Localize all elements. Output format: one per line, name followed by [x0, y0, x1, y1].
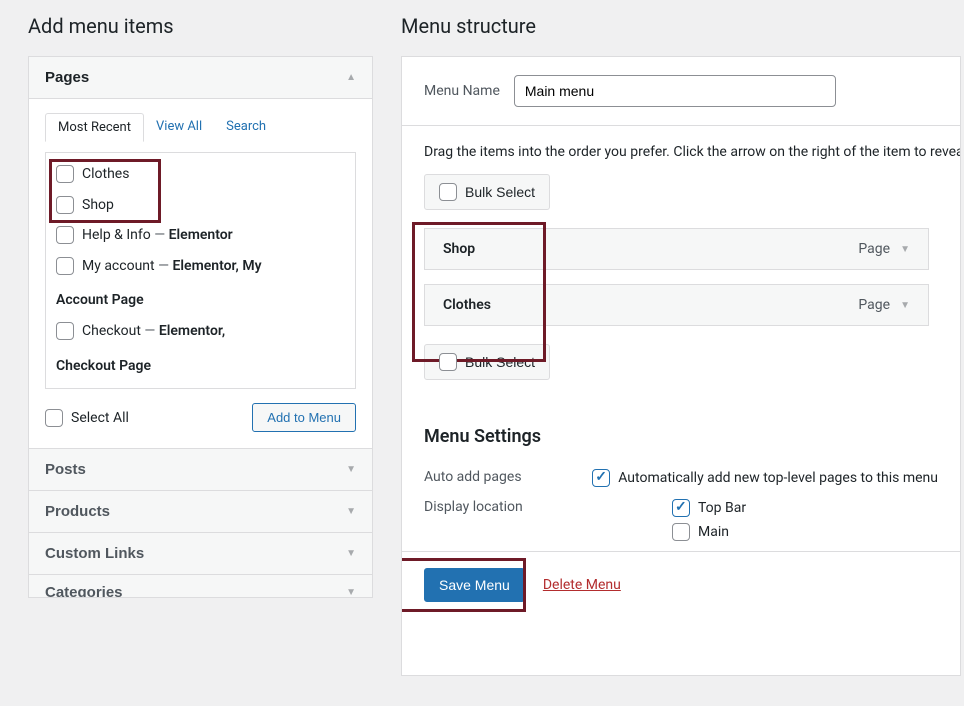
- list-item: My account — Elementor, My Account Page: [52, 251, 353, 316]
- tab-view-all[interactable]: View All: [144, 113, 214, 142]
- auto-add-pages-label: Auto add pages: [424, 469, 592, 487]
- display-location-topbar[interactable]: Top Bar: [672, 499, 746, 517]
- add-menu-items-column: Add menu items Pages ▲ Most Recent View …: [28, 14, 373, 676]
- auto-add-pages-option[interactable]: Automatically add new top-level pages to…: [592, 469, 938, 487]
- add-menu-items-heading: Add menu items: [28, 14, 373, 38]
- menu-name-label: Menu Name: [424, 83, 500, 99]
- menu-item-type: Page: [858, 241, 890, 257]
- categories-panel-title: Categories: [45, 584, 123, 598]
- select-all-checkbox[interactable]: [45, 409, 63, 427]
- menu-name-input[interactable]: [514, 75, 836, 107]
- tab-most-recent[interactable]: Most Recent: [45, 113, 144, 142]
- page-checkbox-shop[interactable]: [56, 196, 74, 214]
- expand-icon: ▼: [346, 548, 356, 559]
- page-label[interactable]: Checkout — Elementor,: [82, 318, 349, 345]
- list-item: Help & Info — Elementor: [52, 220, 353, 251]
- bulk-select-checkbox-top[interactable]: [439, 183, 457, 201]
- list-item: Cart — Elementor, Cart Page: [52, 381, 353, 382]
- display-location-label: Display location: [424, 499, 672, 541]
- menu-item-title: Shop: [443, 241, 475, 257]
- auto-add-pages-checkbox[interactable]: [592, 469, 610, 487]
- posts-panel-title: Posts: [45, 461, 86, 478]
- display-location-topbar-checkbox[interactable]: [672, 499, 690, 517]
- collapse-icon: ▲: [346, 72, 356, 83]
- expand-icon: ▼: [346, 464, 356, 475]
- add-to-menu-button[interactable]: Add to Menu: [252, 403, 356, 432]
- pages-panel-toggle[interactable]: Pages ▲: [29, 57, 372, 98]
- chevron-down-icon[interactable]: ▼: [900, 244, 910, 255]
- expand-icon: ▼: [346, 587, 356, 598]
- posts-panel-toggle[interactable]: Posts ▼: [29, 449, 372, 490]
- page-label[interactable]: Clothes: [82, 161, 129, 188]
- page-checkbox-my-account[interactable]: [56, 257, 74, 275]
- display-location-main-checkbox[interactable]: [672, 523, 690, 541]
- expand-icon: ▼: [346, 506, 356, 517]
- page-label[interactable]: Shop: [82, 192, 114, 219]
- pages-panel-title: Pages: [45, 69, 89, 86]
- page-checkbox-help-info[interactable]: [56, 226, 74, 244]
- drag-hint-text: Drag the items into the order you prefer…: [424, 144, 938, 160]
- menu-item-title: Clothes: [443, 297, 491, 313]
- list-item: Checkout — Elementor, Checkout Page: [52, 316, 353, 381]
- menu-item-clothes[interactable]: Clothes Page ▼: [424, 284, 929, 326]
- list-item: Clothes: [52, 159, 353, 190]
- menu-structure-heading: Menu structure: [401, 14, 964, 38]
- pages-checklist[interactable]: Clothes Shop Help & Info — Elementor: [52, 159, 353, 382]
- menu-settings-heading: Menu Settings: [424, 426, 938, 447]
- page-checkbox-checkout[interactable]: [56, 322, 74, 340]
- delete-menu-link[interactable]: Delete Menu: [543, 577, 621, 593]
- menu-item-shop[interactable]: Shop Page ▼: [424, 228, 929, 270]
- products-panel-toggle[interactable]: Products ▼: [29, 491, 372, 532]
- page-checkbox-clothes[interactable]: [56, 165, 74, 183]
- custom-links-panel-toggle[interactable]: Custom Links ▼: [29, 533, 372, 574]
- save-menu-button[interactable]: Save Menu: [424, 568, 525, 602]
- chevron-down-icon[interactable]: ▼: [900, 300, 910, 311]
- pages-panel: Pages ▲ Most Recent View All Search: [28, 56, 373, 448]
- select-all-row[interactable]: Select All: [45, 409, 129, 427]
- bulk-select-button-bottom[interactable]: Bulk Select: [424, 344, 550, 380]
- list-item: Shop: [52, 190, 353, 221]
- products-panel-title: Products: [45, 503, 110, 520]
- bulk-select-button-top[interactable]: Bulk Select: [424, 174, 550, 210]
- page-label[interactable]: Help & Info — Elementor: [82, 222, 233, 249]
- page-label[interactable]: My account — Elementor, My: [82, 253, 349, 280]
- custom-links-panel-title: Custom Links: [45, 545, 144, 562]
- display-location-main[interactable]: Main: [672, 523, 746, 541]
- tab-search[interactable]: Search: [214, 113, 278, 142]
- menu-item-type: Page: [858, 297, 890, 313]
- categories-panel-toggle[interactable]: Categories ▼: [29, 575, 372, 597]
- bulk-select-checkbox-bottom[interactable]: [439, 353, 457, 371]
- menu-structure-column: Menu structure Menu Name Drag the items …: [401, 14, 964, 676]
- select-all-label: Select All: [71, 410, 129, 426]
